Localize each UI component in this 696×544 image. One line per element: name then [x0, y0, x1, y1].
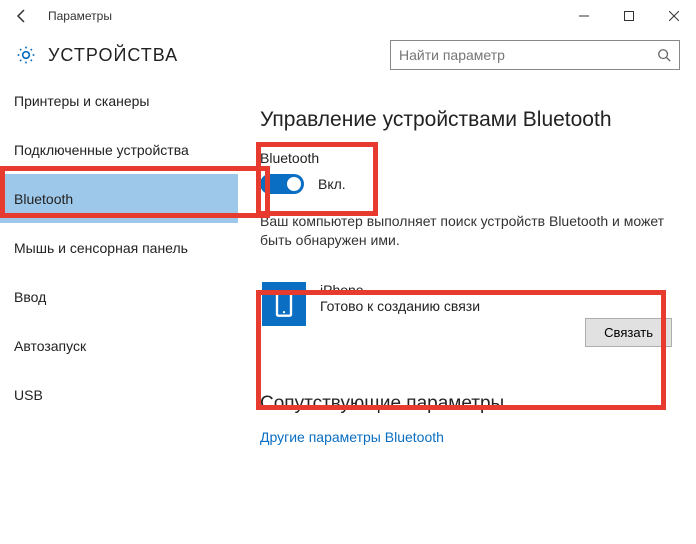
sidebar-item-bluetooth[interactable]: Bluetooth — [0, 174, 238, 223]
minimize-button[interactable] — [561, 0, 606, 32]
maximize-icon — [624, 11, 634, 21]
sidebar-item-mouse-touchpad[interactable]: Мышь и сенсорная панель — [0, 223, 238, 272]
toggle-state-label: Вкл. — [318, 176, 346, 192]
device-row[interactable]: iPhone Готово к созданию связи Связать — [260, 276, 674, 353]
minimize-icon — [579, 11, 589, 21]
arrow-left-icon — [14, 8, 30, 24]
settings-gear — [16, 45, 36, 65]
related-link-bluetooth[interactable]: Другие параметры Bluetooth — [260, 429, 674, 445]
window-title: Параметры — [44, 9, 561, 23]
sidebar-item-printers[interactable]: Принтеры и сканеры — [0, 76, 238, 125]
search-button[interactable] — [649, 48, 679, 62]
toggle-knob — [287, 177, 301, 191]
related-heading: Сопутствующие параметры — [260, 393, 674, 415]
titlebar: Параметры — [0, 0, 696, 32]
device-status: Готово к созданию связи — [320, 298, 585, 314]
search-box[interactable] — [390, 40, 680, 70]
header: УСТРОЙСТВА — [0, 32, 696, 80]
section-title: УСТРОЙСТВА — [48, 45, 178, 66]
close-button[interactable] — [651, 0, 696, 32]
search-input[interactable] — [391, 43, 649, 67]
back-button[interactable] — [0, 0, 44, 32]
gear-icon — [16, 45, 36, 65]
device-texts: iPhone Готово к созданию связи — [320, 282, 585, 314]
search-icon — [657, 48, 671, 62]
bluetooth-label: Bluetooth — [260, 150, 674, 166]
sidebar-item-connected-devices[interactable]: Подключенные устройства — [0, 125, 238, 174]
sidebar-item-typing[interactable]: Ввод — [0, 272, 238, 321]
page-heading: Управление устройствами Bluetooth — [260, 108, 674, 132]
main-panel: Управление устройствами Bluetooth Blueto… — [238, 76, 696, 544]
pair-button[interactable]: Связать — [585, 318, 672, 347]
bluetooth-toggle[interactable] — [260, 174, 304, 194]
sidebar: Принтеры и сканеры Подключенные устройст… — [0, 76, 238, 544]
device-icon-wrap — [262, 282, 306, 326]
window-controls — [561, 0, 696, 32]
phone-icon — [270, 290, 298, 318]
bluetooth-toggle-row: Вкл. — [260, 174, 674, 194]
bluetooth-description: Ваш компьютер выполняет поиск устройств … — [260, 212, 674, 250]
device-name: iPhone — [320, 282, 585, 298]
sidebar-item-usb[interactable]: USB — [0, 370, 238, 419]
close-icon — [669, 11, 679, 21]
sidebar-item-autoplay[interactable]: Автозапуск — [0, 321, 238, 370]
maximize-button[interactable] — [606, 0, 651, 32]
